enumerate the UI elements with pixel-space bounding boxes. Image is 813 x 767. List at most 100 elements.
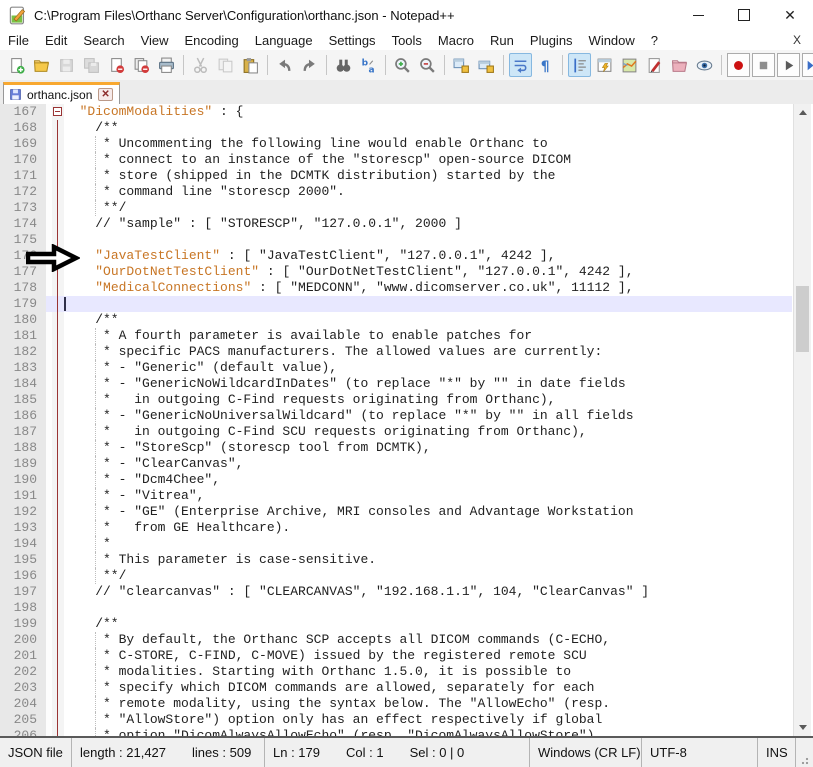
vertical-scrollbar[interactable] (793, 104, 811, 736)
fold-margin[interactable] (52, 632, 64, 648)
fold-margin[interactable] (52, 328, 64, 344)
minimize-button[interactable] (675, 0, 721, 30)
fold-margin[interactable] (52, 600, 64, 616)
paste-button[interactable] (239, 53, 262, 77)
fold-margin[interactable] (52, 168, 64, 184)
toolbar-separator (385, 55, 386, 75)
fold-margin[interactable] (52, 104, 64, 120)
close-button[interactable]: ✕ (767, 0, 813, 30)
sync-horizontal-scroll-button[interactable] (475, 53, 498, 77)
fold-margin[interactable] (52, 136, 64, 152)
menu-item-help[interactable]: ? (643, 31, 666, 50)
document-edit-button[interactable] (643, 53, 666, 77)
menu-item-run[interactable]: Run (482, 31, 522, 50)
macro-play-button[interactable] (777, 53, 800, 77)
fold-margin[interactable] (52, 376, 64, 392)
menu-close-doc-x[interactable]: X (789, 32, 805, 48)
menu-item-encoding[interactable]: Encoding (177, 31, 247, 50)
macro-record-button[interactable] (727, 53, 750, 77)
fold-margin[interactable] (52, 536, 64, 552)
close-all-files-button[interactable] (130, 53, 153, 77)
line-number: 178 (0, 280, 46, 296)
open-file-icon (33, 57, 50, 74)
resize-grip[interactable] (796, 738, 813, 767)
menu-item-settings[interactable]: Settings (321, 31, 384, 50)
fold-margin[interactable] (52, 712, 64, 728)
document-monitor-button[interactable] (693, 53, 716, 77)
scroll-down-arrow-icon[interactable] (794, 719, 811, 736)
print-button[interactable] (155, 53, 178, 77)
zoom-out-icon (419, 57, 436, 74)
show-all-characters-button[interactable]: ¶ (534, 53, 557, 77)
menu-item-view[interactable]: View (133, 31, 177, 50)
fold-margin[interactable] (52, 648, 64, 664)
fold-margin[interactable] (52, 408, 64, 424)
fold-margin[interactable] (52, 120, 64, 136)
fold-margin[interactable] (52, 424, 64, 440)
menu-item-edit[interactable]: Edit (37, 31, 75, 50)
new-file-button[interactable] (5, 53, 28, 77)
replace-button[interactable]: ba (357, 53, 380, 77)
fold-margin[interactable] (52, 280, 64, 296)
menu-item-file[interactable]: File (0, 31, 37, 50)
fold-margin[interactable] (52, 216, 64, 232)
fold-margin[interactable] (52, 184, 64, 200)
fold-margin[interactable] (52, 520, 64, 536)
fold-margin[interactable] (52, 728, 64, 738)
fold-margin[interactable] (52, 360, 64, 376)
close-all-files-icon (133, 57, 150, 74)
menu-item-tools[interactable]: Tools (384, 31, 430, 50)
fold-margin[interactable] (52, 392, 64, 408)
zoom-out-button[interactable] (416, 53, 439, 77)
zoom-in-button[interactable] (391, 53, 414, 77)
menu-item-search[interactable]: Search (75, 31, 132, 50)
tab-close-icon[interactable]: ✕ (98, 88, 112, 101)
fold-margin[interactable] (52, 568, 64, 584)
fold-margin[interactable] (52, 680, 64, 696)
macro-run-multiple-button[interactable] (802, 53, 813, 77)
fold-margin[interactable] (52, 552, 64, 568)
scrollbar-thumb[interactable] (796, 286, 809, 352)
fold-margin[interactable] (52, 664, 64, 680)
tab-orthanc-json[interactable]: orthanc.json ✕ (3, 82, 120, 104)
fold-margin[interactable] (52, 584, 64, 600)
fold-margin[interactable] (52, 152, 64, 168)
redo-button[interactable] (298, 53, 321, 77)
scroll-up-arrow-icon[interactable] (794, 104, 811, 121)
indent-guide-button[interactable] (568, 53, 591, 77)
fold-margin[interactable] (52, 200, 64, 216)
function-list-button[interactable] (593, 53, 616, 77)
macro-stop-button[interactable] (752, 53, 775, 77)
maximize-button[interactable] (721, 0, 767, 30)
menu-item-plugins[interactable]: Plugins (522, 31, 581, 50)
menu-item-window[interactable]: Window (581, 31, 643, 50)
close-file-button[interactable] (105, 53, 128, 77)
fold-margin[interactable] (52, 488, 64, 504)
sync-vertical-scroll-button[interactable] (450, 53, 473, 77)
folder-as-workspace-button[interactable] (668, 53, 691, 77)
fold-margin[interactable] (52, 616, 64, 632)
fold-margin[interactable] (52, 296, 64, 312)
code-text: * This parameter is case-sensitive. (64, 552, 792, 568)
fold-margin[interactable] (52, 456, 64, 472)
open-file-button[interactable] (30, 53, 53, 77)
fold-collapse-icon[interactable] (53, 107, 62, 116)
fold-margin[interactable] (52, 472, 64, 488)
fold-margin[interactable] (52, 504, 64, 520)
find-button[interactable] (332, 53, 355, 77)
status-col: Col : 1 (346, 745, 384, 760)
toolbar-separator (183, 55, 184, 75)
undo-button[interactable] (273, 53, 296, 77)
fold-margin[interactable] (52, 312, 64, 328)
menu-item-language[interactable]: Language (247, 31, 321, 50)
code-editor[interactable]: 167 "DicomModalities" : {168 /**169 * Un… (0, 104, 813, 738)
fold-margin[interactable] (52, 440, 64, 456)
fold-margin[interactable] (52, 344, 64, 360)
fold-margin[interactable] (52, 696, 64, 712)
code-text: * command line "storescp 2000". (64, 184, 792, 200)
word-wrap-button[interactable] (509, 53, 532, 77)
code-line-183: 183 * - "Generic" (default value), (0, 360, 792, 376)
line-number: 205 (0, 712, 46, 728)
document-map-button[interactable] (618, 53, 641, 77)
menu-item-macro[interactable]: Macro (430, 31, 482, 50)
